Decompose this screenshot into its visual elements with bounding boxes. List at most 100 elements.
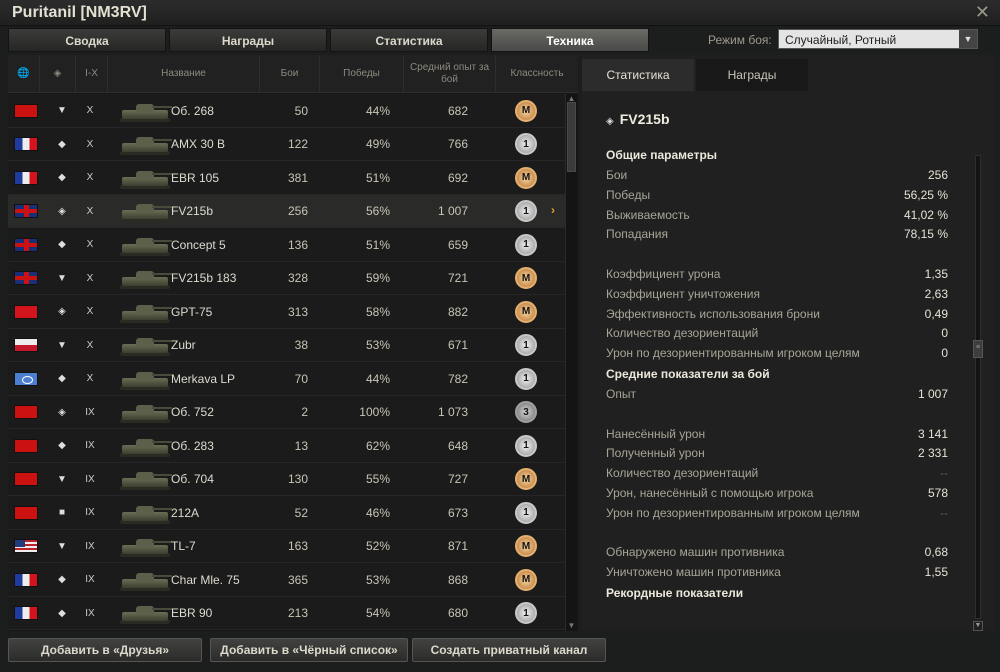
header-wins[interactable]: Победы [320,55,404,93]
vehicle-avg-exp: 682 [447,103,468,118]
vehicle-type-icon: ◆ [58,138,66,150]
nation-flag-icon [14,429,40,462]
stats-label: Бои [606,168,628,182]
vehicle-wins: 56% [365,204,390,218]
create-private-channel-button[interactable]: Создать приватный канал [412,638,606,662]
add-blacklist-button[interactable]: Добавить в «Чёрный список» [210,638,408,662]
table-row[interactable]: ◆ IX Char Mle. 75 365 53% 868 M [8,563,565,597]
nation-flag-icon [14,530,40,563]
tab-awards[interactable]: Награды [169,28,327,52]
vehicle-tier: IX [85,507,95,518]
nation-flag-icon [14,94,40,127]
vehicle-battles: 365 [287,572,308,587]
table-row[interactable]: ▼ X Об. 268 50 44% 682 M [8,94,565,128]
mastery-value: M [515,267,537,289]
stats-label: Опыт [606,386,636,401]
vehicle-list-panel: 🌐 ◈ I-X Название Бои Победы Средний опыт… [8,55,578,631]
header-battles[interactable]: Бои [260,55,320,93]
vehicle-wins: 59% [365,271,390,285]
mastery-value: M [515,99,537,122]
vehicle-type-icon: ▼ [57,540,67,552]
tank-icon [116,295,176,328]
vehicle-battles: 256 [287,204,308,218]
tab-details-statistics[interactable]: Статистика [582,59,694,91]
scroll-thumb[interactable]: ≡ [973,340,983,358]
vehicle-avg-exp: 692 [447,170,468,185]
header-tier[interactable]: I-X [76,55,108,93]
header-name[interactable]: Название [108,55,260,93]
scroll-down-icon[interactable]: ▼ [566,621,577,631]
header-mastery[interactable]: Классность [496,55,578,93]
stats-spacer [606,524,948,544]
stats-row: Опыт 1 007 [606,385,948,405]
vehicle-type-icon[interactable]: ◈ [40,55,76,93]
vehicle-battles: 38 [294,338,308,352]
table-row[interactable]: ◆ IX EBR 90 213 54% 680 1 [8,596,565,630]
header-exp[interactable]: Средний опыт за бой [404,55,496,93]
vehicle-list-scrollbar[interactable]: ▲ ▼ [565,94,577,631]
chevron-down-icon[interactable]: ▼ [959,30,977,48]
stats-row: Урон по дезориентированным игроком целям… [606,504,948,524]
tab-summary[interactable]: Сводка [8,28,166,52]
tank-icon [116,329,176,362]
table-row[interactable]: ▼ X Zubr 38 53% 671 1 [8,328,565,362]
mastery-value: 1 [515,133,537,155]
table-row[interactable]: ▼ IX TL-7 163 52% 871 M [8,529,565,563]
table-row[interactable]: ◈ X FV215b 256 56% 1 007 1 › [8,194,565,228]
vehicle-wins: 62% [365,438,390,453]
scroll-down-icon[interactable]: ▼ [973,621,983,631]
mastery-badge-icon: 1 [510,128,542,161]
stats-label: Урон, нанесённый с помощью игрока [606,485,814,500]
vehicle-wins: 58% [365,304,390,319]
table-row[interactable]: ◆ IX Об. 283 13 62% 648 1 [8,429,565,463]
vehicle-rows: ▼ X Об. 268 50 44% 682 M ◆ X AMX 30 B 122 49% 766 1 ◆ X… [8,94,565,631]
nation-globe-icon[interactable]: 🌐 [8,55,40,93]
table-row[interactable]: ◆ X EBR 105 381 51% 692 M [8,161,565,195]
vehicle-type-icon: ◆ [58,172,66,183]
add-friend-button[interactable]: Добавить в «Друзья» [8,638,202,662]
scroll-thumb[interactable] [567,102,576,172]
vehicle-avg-exp: 671 [447,338,468,352]
table-row[interactable]: ◈ IX Об. 752 2 100% 1 073 3 [8,395,565,429]
details-vehicle-name: FV215b [619,111,670,127]
table-row[interactable]: ◆ X AMX 30 B 122 49% 766 1 [8,127,565,161]
mastery-badge-icon: 1 [510,597,542,630]
table-row[interactable]: ◈ X GPT-75 313 58% 882 M [8,295,565,329]
details-scrollbar[interactable]: ≡ ▼ [972,155,984,631]
vehicle-avg-exp: 1 073 [437,405,468,419]
table-row[interactable]: ◆ X Merkava LP 70 44% 782 1 [8,362,565,396]
nation-flag-icon [14,597,40,630]
stats-label: Урон по дезориентированным игроком целям [606,505,860,520]
vehicle-battles: 328 [287,271,308,285]
stats-value: 3 141 [917,426,948,441]
vehicle-tier: X [86,373,94,384]
mastery-badge-icon: 1 [510,429,542,462]
stats-row: Уничтожено машин противника 1,55 [606,563,948,583]
stats-label: Обнаружено машин противника [606,545,785,560]
tab-details-awards[interactable]: Награды [696,59,808,91]
close-icon[interactable]: ✕ [975,2,990,23]
tab-statistics[interactable]: Статистика [330,28,488,52]
table-row[interactable]: ▼ X FV215b 183 328 59% 721 M [8,261,565,295]
stats-label: Количество дезориентаций [606,466,759,481]
bottom-bar: Добавить в «Друзья» Добавить в «Чёрный с… [0,634,1000,672]
table-row[interactable]: ◆ X Concept 5 136 51% 659 1 [8,228,565,262]
stats-row: Нанесённый урон 3 141 [606,425,948,445]
stats-value: 1,55 [924,565,948,580]
mastery-badge-icon: M [510,262,542,295]
tank-icon [116,228,176,261]
vehicle-wins: 54% [365,606,390,620]
stats-label: Эффективность использования брони [606,306,820,321]
battle-mode-value: Случайный, Ротный [785,33,897,47]
battle-mode-select[interactable]: Случайный, Ротный ▼ [778,29,978,49]
nation-flag-icon [14,362,40,395]
table-row[interactable]: ▼ IX Об. 704 130 55% 727 M [8,462,565,496]
stats-row: Эффективность использования брони 0,49 [606,305,948,325]
tank-icon [116,463,176,496]
vehicle-tier: X [86,272,94,284]
scroll-track[interactable] [975,155,981,619]
tab-vehicles[interactable]: Техника [491,28,649,52]
stats-value: 56,25 % [903,187,948,202]
tank-icon [116,429,176,462]
table-row[interactable]: ■ IX 212А 52 46% 673 1 [8,496,565,530]
